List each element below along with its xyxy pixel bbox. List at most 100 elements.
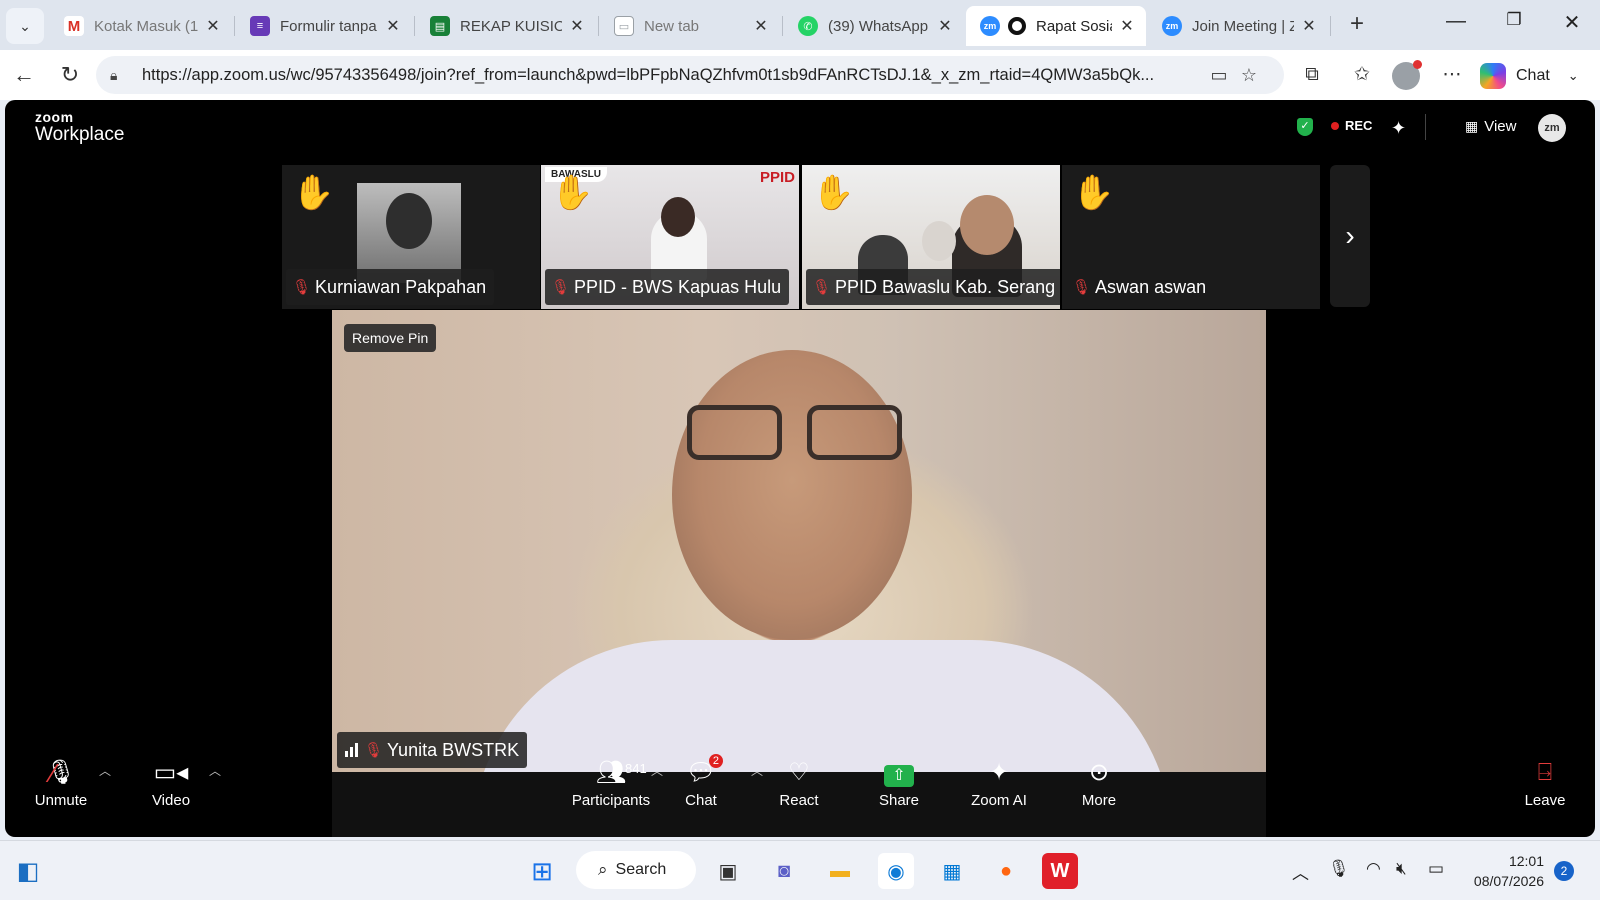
divider <box>1425 114 1426 140</box>
system-clock[interactable]: 12:01 08/07/2026 <box>1468 851 1544 891</box>
muted-mic-icon: 🎙︎ <box>364 742 384 759</box>
close-tab-icon[interactable]: ✕ <box>752 16 770 36</box>
tab-whatsapp[interactable]: ✆ (39) WhatsApp ✕ <box>784 6 964 46</box>
participants-button[interactable]: 👥︎ 841 Participants <box>563 756 659 809</box>
bookmark-star-icon[interactable]: ☆ <box>1234 65 1264 86</box>
participant-name: Yunita BWSTRK <box>387 739 520 760</box>
recording-icon <box>1008 17 1026 35</box>
microsoft-store-icon[interactable]: ▦ <box>934 853 970 889</box>
close-tab-icon[interactable]: ✕ <box>204 16 222 36</box>
video-options-caret-icon[interactable]: ︿ <box>209 762 221 779</box>
windows-start-icon[interactable]: ⊞ <box>524 853 560 889</box>
url-text[interactable]: https://app.zoom.us/wc/95743356498/join?… <box>142 66 1204 85</box>
tab-separator <box>414 16 415 36</box>
back-arrow-icon[interactable]: ← <box>10 62 38 90</box>
chat-button[interactable]: 💬︎ 2 Chat <box>661 754 741 809</box>
microphone-icon[interactable]: 🎙︎ <box>1328 859 1350 879</box>
widgets-icon[interactable]: ◧ <box>10 853 46 889</box>
clock-time: 12:01 <box>1508 853 1544 869</box>
unmute-button[interactable]: 🎙︎ ⁄ Unmute <box>21 756 101 809</box>
participant-tile-kurniawan[interactable]: ✋ 🎙︎ Kurniawan Pakpahan <box>282 165 540 309</box>
notification-badge[interactable]: 2 <box>1554 861 1574 881</box>
tab-title: Join Meeting | Zo <box>1192 17 1294 35</box>
muted-mic-icon: 🎙︎ <box>812 279 832 296</box>
encryption-shield-icon[interactable]: ✓ <box>1297 118 1313 136</box>
next-page-chevron-icon[interactable]: › <box>1330 165 1370 307</box>
site-info-icon[interactable]: 🔒︎ <box>110 67 132 84</box>
extensions-puzzle-icon[interactable]: ⧉ <box>1298 62 1326 90</box>
tab-list-chevron-icon[interactable]: ⌄ <box>6 8 44 44</box>
wps-office-icon[interactable]: W <box>1042 853 1078 889</box>
file-explorer-icon[interactable]: ▬ <box>822 853 858 889</box>
battery-icon[interactable]: ▭ <box>1428 859 1444 879</box>
audio-options-caret-icon[interactable]: ︿ <box>99 762 111 779</box>
pinned-video-yunita[interactable]: Remove Pin 🎙︎ Yunita BWSTRK <box>332 310 1266 772</box>
signal-strength-icon <box>345 743 358 757</box>
wifi-icon[interactable]: ◠ <box>1366 859 1381 879</box>
video-button[interactable]: ▭◂ Video <box>131 756 211 809</box>
person-face <box>672 350 912 640</box>
ai-sparkle-icon[interactable]: ✦ <box>1391 118 1406 139</box>
browser-toolbar: ← ↻ 🔒︎ https://app.zoom.us/wc/9574335649… <box>0 50 1600 100</box>
firefox-icon[interactable]: ● <box>988 853 1024 889</box>
zoom-ai-button[interactable]: ✦ Zoom AI <box>959 756 1039 809</box>
rec-dot-icon <box>1331 121 1339 130</box>
profile-avatar[interactable] <box>1392 60 1422 90</box>
tab-title: Formulir tanpa ju <box>280 17 378 35</box>
close-tab-icon[interactable]: ✕ <box>568 16 586 36</box>
participant-name: PPID - BWS Kapuas Hulu <box>574 276 782 297</box>
raised-hand-icon: ✋ <box>551 174 594 212</box>
participant-tile-ppid-serang[interactable]: ✋ 🎙︎ PPID Bawaslu Kab. Serang <box>802 165 1060 309</box>
rec-label: REC <box>1345 118 1373 133</box>
participant-tile-aswan[interactable]: ✋ 🎙︎ Aswan aswan <box>1062 165 1320 309</box>
participants-icon: 👥︎ 841 <box>563 756 659 790</box>
tab-separator <box>234 16 235 36</box>
close-tab-icon[interactable]: ✕ <box>384 16 402 36</box>
video-label: Video <box>151 792 191 809</box>
address-bar[interactable]: 🔒︎ https://app.zoom.us/wc/95743356498/jo… <box>96 56 1284 94</box>
zoom-menu-avatar[interactable]: zm <box>1538 114 1566 142</box>
tab-zoom-meeting-active[interactable]: zm Rapat Sosial ✕ <box>966 6 1146 46</box>
show-hidden-icons-caret[interactable]: ︿ <box>1292 859 1309 884</box>
recording-indicator[interactable]: REC <box>1331 118 1372 133</box>
leave-button[interactable]: ⍈ Leave <box>1505 756 1585 809</box>
task-view-icon[interactable]: ▣ <box>710 853 746 889</box>
share-button[interactable]: ⇧ Share <box>859 756 939 809</box>
tab-forms[interactable]: ≡ Formulir tanpa ju ✕ <box>236 6 412 46</box>
close-tab-icon[interactable]: ✕ <box>1300 16 1318 36</box>
zoom-icon: zm <box>980 16 1000 36</box>
minimize-icon[interactable]: — <box>1436 10 1476 33</box>
volume-muted-icon[interactable]: 🔇︎ <box>1396 859 1407 879</box>
whatsapp-icon: ✆ <box>798 16 818 36</box>
camera-in-use-icon[interactable]: ▭ <box>1204 65 1234 86</box>
participant-name-tag: 🎙︎ Kurniawan Pakpahan <box>286 269 495 305</box>
tab-sheets[interactable]: ▤ REKAP KUISIONE ✕ <box>416 6 596 46</box>
taskbar-search[interactable]: ⌕ Search <box>576 851 696 889</box>
muted-mic-icon: 🎙︎ <box>551 279 571 296</box>
teams-chat-icon[interactable]: ◙ <box>766 853 802 889</box>
participant-tile-ppid-kapuas-hulu[interactable]: BAWASLU PPID ✋ 🎙︎ PPID - BWS Kapuas Hulu <box>541 165 799 309</box>
chevron-down-icon: ⌄ <box>1567 68 1579 83</box>
close-tab-icon[interactable]: ✕ <box>1118 16 1136 36</box>
favorites-icon[interactable]: ✩ <box>1348 62 1376 90</box>
more-button[interactable]: ⊙ More <box>1059 756 1139 809</box>
tab-join-meeting[interactable]: zm Join Meeting | Zo ✕ <box>1148 6 1328 46</box>
view-button[interactable]: ▦ View <box>1465 118 1516 135</box>
tab-newtab[interactable]: ▭ New tab ✕ <box>600 6 780 46</box>
new-tab-plus-icon[interactable]: + <box>1342 10 1372 40</box>
newtab-icon: ▭ <box>614 16 634 36</box>
zoom-icon: zm <box>1162 16 1182 36</box>
close-tab-icon[interactable]: ✕ <box>936 16 954 36</box>
restore-icon[interactable]: ❐ <box>1494 10 1534 30</box>
person-glasses <box>687 405 907 465</box>
more-menu-icon[interactable]: ⋯ <box>1438 62 1466 90</box>
react-button[interactable]: ♡ React <box>759 756 839 809</box>
copilot-label: Chat <box>1516 67 1550 84</box>
tab-gmail[interactable]: M Kotak Masuk (1.8 ✕ <box>50 6 232 46</box>
remove-pin-button[interactable]: Remove Pin <box>344 324 437 352</box>
close-window-icon[interactable]: ✕ <box>1552 10 1592 35</box>
reload-icon[interactable]: ↻ <box>56 62 84 90</box>
edge-browser-icon[interactable]: ◉ <box>878 853 914 889</box>
copilot-chat-button[interactable]: Chat ⌄ <box>1480 60 1579 92</box>
view-label: View <box>1484 118 1517 135</box>
